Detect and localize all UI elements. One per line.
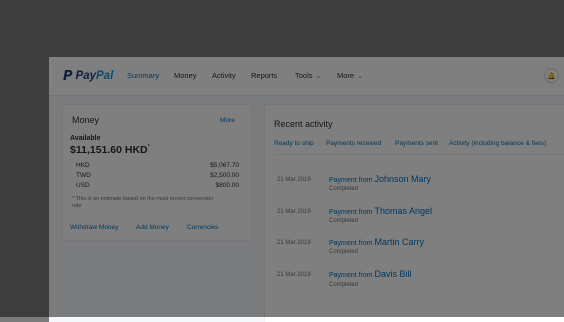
payer-name: Martin Carry: [374, 237, 425, 247]
bell-icon: 🔔: [547, 72, 556, 80]
money-card: Money More Available $11,151.60 HKD* HKD…: [63, 105, 251, 240]
available-label: Available: [70, 135, 101, 142]
activity-date: 21 Mar 2019: [277, 240, 311, 246]
activity-title-link[interactable]: Payment from Johnson Mary: [329, 174, 431, 184]
tab-ready-to-ship[interactable]: Ready to ship: [274, 140, 314, 147]
available-balance: $11,151.60 HKD*: [70, 144, 150, 156]
activity-status: Completed: [329, 218, 359, 224]
paypal-app-window: P Pay Pal Summary Money Activity Reports …: [49, 57, 564, 322]
currency-code: HKD: [76, 162, 90, 169]
currencies-link[interactable]: Currencies: [187, 224, 218, 231]
tab-activity-all[interactable]: Activity (including balance & fees): [449, 140, 546, 147]
activity-date: 21 Mar 2019: [277, 272, 311, 278]
currency-amount: $5,067.70: [210, 162, 239, 169]
logo-text-pay: Pay: [75, 70, 96, 82]
payer-name: Thomas Angel: [374, 206, 433, 216]
payer-name: Davis Bill: [374, 269, 412, 279]
activity-prefix: Payment from: [329, 209, 373, 216]
activity-title-link[interactable]: Payment from Martin Carry: [329, 237, 424, 247]
activity-date: 21 Mar 2019: [277, 209, 311, 215]
activity-prefix: Payment from: [329, 240, 373, 247]
nav-tools-label: Tools: [295, 71, 313, 80]
row-divider: [274, 154, 564, 155]
logo-text-pal: Pal: [96, 70, 114, 82]
estimate-asterisk: *: [147, 144, 150, 151]
tab-payments-received[interactable]: Payments received: [326, 140, 381, 147]
chevron-down-icon: ⌄: [357, 73, 363, 80]
conversion-note: * This is an estimate based on the most …: [72, 196, 214, 209]
money-more-link[interactable]: More: [220, 117, 235, 124]
nav-more[interactable]: More ⌄: [337, 71, 363, 80]
top-navigation-bar: P Pay Pal Summary Money Activity Reports …: [49, 57, 564, 96]
tab-payments-sent[interactable]: Payments sent: [395, 140, 438, 147]
activity-date: 21 Mar 2019: [277, 177, 311, 183]
payer-name: Johnson Mary: [374, 174, 432, 184]
withdraw-money-link[interactable]: Withdraw Money: [70, 224, 118, 231]
currency-amount: $2,500.00: [210, 172, 239, 179]
add-money-link[interactable]: Add Money: [136, 224, 169, 231]
currency-amount: $800.00: [215, 182, 240, 189]
nav-reports[interactable]: Reports: [251, 71, 277, 80]
recent-activity-card: Recent activity Ready to ship Payments r…: [265, 105, 564, 322]
available-amount-value: $11,151.60 HKD: [70, 144, 148, 156]
activity-prefix: Payment from: [329, 272, 373, 279]
activity-status: Completed: [329, 186, 359, 192]
activity-prefix: Payment from: [329, 177, 373, 184]
chevron-down-icon: ⌄: [315, 73, 322, 80]
recent-activity-title: Recent activity: [274, 119, 333, 129]
activity-title-link[interactable]: Payment from Davis Bill: [329, 269, 412, 279]
currency-code: USD: [76, 182, 90, 189]
paypal-logo[interactable]: P Pay Pal: [63, 68, 113, 84]
nav-money[interactable]: Money: [174, 71, 197, 80]
paypal-logo-icon: P: [63, 68, 73, 84]
nav-activity[interactable]: Activity: [212, 71, 236, 80]
currency-code: TWD: [76, 172, 91, 179]
money-card-title: Money: [72, 115, 100, 125]
activity-status: Completed: [329, 249, 359, 255]
nav-summary[interactable]: Summary: [127, 71, 159, 80]
main-content: Money More Available $11,151.60 HKD* HKD…: [49, 96, 564, 322]
nav-tools[interactable]: Tools ⌄: [295, 71, 321, 80]
activity-status: Completed: [329, 282, 359, 288]
nav-more-label: More: [337, 71, 355, 80]
activity-title-link[interactable]: Payment from Thomas Angel: [329, 206, 432, 216]
notifications-button[interactable]: 🔔: [544, 68, 559, 83]
